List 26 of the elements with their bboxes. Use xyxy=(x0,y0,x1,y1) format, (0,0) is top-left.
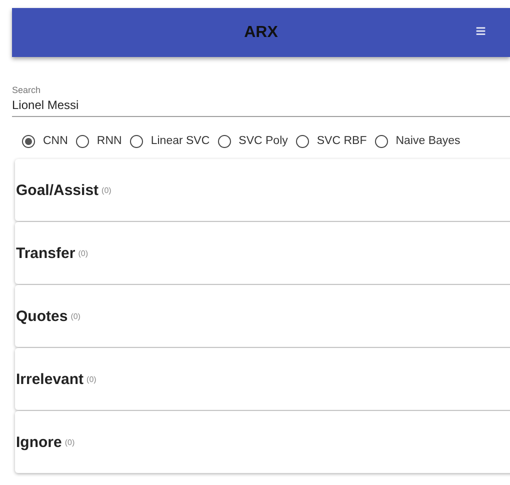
radio-button[interactable] xyxy=(130,134,143,148)
radio-button[interactable] xyxy=(296,134,309,148)
app-title: ARX xyxy=(244,24,278,42)
category-title: Ignore xyxy=(16,434,62,450)
radio-label[interactable]: CNN xyxy=(43,135,68,147)
category-count: (0) xyxy=(78,248,88,258)
category-title: Quotes xyxy=(16,308,68,324)
radio-button[interactable] xyxy=(218,134,231,148)
radio-button[interactable] xyxy=(76,134,89,148)
category-count: (0) xyxy=(64,438,75,446)
category-count: (0) xyxy=(86,374,96,384)
radio-button[interactable] xyxy=(22,134,35,148)
radio-button[interactable] xyxy=(374,134,388,148)
field-label: Search xyxy=(12,85,42,95)
radio-label[interactable]: RNN xyxy=(96,135,122,147)
category-title: Transfer xyxy=(16,244,76,262)
menu-icon[interactable]: ≡ xyxy=(475,21,486,41)
category-count: (0) xyxy=(102,186,112,194)
radio-label[interactable]: SVC Poly xyxy=(238,135,288,147)
radio-label[interactable]: Naive Bayes xyxy=(396,135,460,147)
category-title: Irrelevant xyxy=(16,370,84,388)
category-count: (0) xyxy=(70,312,80,320)
radio-label[interactable]: SVC RBF xyxy=(316,135,367,147)
category-title: Goal/Assist xyxy=(16,182,99,198)
search-field[interactable]: Lionel Messi xyxy=(12,98,510,117)
radio-label[interactable]: Linear SVC xyxy=(150,135,210,147)
